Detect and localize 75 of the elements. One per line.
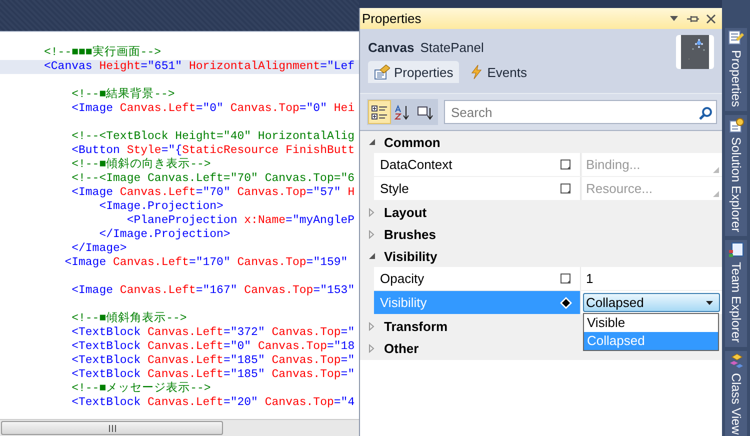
dock-tab[interactable]: Solution Explorer (725, 114, 747, 236)
code-line: <TextBlock Canvas.Left="372" Canvas.Top=" (70, 326, 355, 340)
code-line: <Image Canvas.Left="170" Canvas.Top="159" (64, 256, 348, 270)
panel-title: Properties (362, 11, 422, 26)
tab-icon (728, 352, 744, 369)
view-button[interactable] (368, 100, 391, 124)
code-line: <TextBlock Canvas.Left="185" Canvas.Top=" (70, 354, 355, 368)
close-icon[interactable] (706, 14, 716, 24)
diamond-icon[interactable] (560, 296, 572, 308)
code-line: <!--<Image Canvas.Left="70" Canvas.Top="6 (70, 172, 355, 186)
categorized-icon (371, 104, 388, 120)
value-field[interactable]: Resource... (582, 177, 722, 200)
code-line: <TextBlock Canvas.Left="20" Canvas.Top="4 (70, 396, 355, 410)
category-label[interactable]: Transform (384, 318, 448, 334)
property-name: Opacity (380, 271, 424, 286)
search-icon[interactable] (698, 106, 712, 120)
code-line: <!--■メッセージ表示--> (70, 382, 211, 396)
property-name: Style (380, 181, 409, 196)
category-label[interactable]: Layout (384, 204, 427, 220)
code-line: <Image.Projection> (98, 200, 224, 214)
filter-icon (417, 104, 434, 120)
code-line: <Image Canvas.Left="167" Canvas.Top="153" (70, 284, 355, 298)
property-value: 1 (586, 271, 594, 286)
dropdown-caret-icon (706, 300, 713, 304)
expanded-triangle-icon[interactable] (368, 252, 376, 260)
tab-icon (728, 242, 744, 258)
corner-triangle-icon (713, 191, 719, 197)
dropdown-option[interactable]: Visible (584, 314, 718, 332)
code-line: <!--<TextBlock Height="40" HorizontalAlig (70, 130, 355, 144)
code-line: </Image.Projection> (98, 228, 230, 242)
code-line: <TextBlock Canvas.Left="185" Canvas.Top=" (70, 368, 355, 382)
property-name-cell[interactable]: Opacity (374, 267, 581, 290)
code-line: <PlaneProjection x:Name="myAngleP (126, 214, 355, 228)
code-line: <!--■結果背景--> (70, 88, 175, 102)
properties-icon (374, 64, 390, 80)
category-label[interactable]: Brushes (384, 226, 436, 242)
square-icon[interactable] (560, 272, 572, 284)
square-icon[interactable] (560, 158, 572, 170)
dock-tab[interactable]: Class View (725, 350, 747, 436)
code-line: <Image Canvas.Left="0" Canvas.Top="0" Hei (70, 102, 355, 116)
code-line: <!--■傾斜角表示--> (70, 312, 187, 326)
property-name: Visibility (380, 295, 427, 310)
category-label[interactable]: Common (384, 134, 440, 150)
object-name: StatePanel (420, 40, 484, 55)
lightning-icon (469, 64, 484, 80)
expanded-triangle-icon[interactable] (368, 138, 376, 146)
search-field[interactable]: Search (444, 100, 717, 124)
code-line: <Canvas Height="651" HorizontalAlignment="Lef (44, 60, 355, 74)
panel-tab[interactable]: Properties (368, 61, 460, 83)
tab-icon (728, 116, 744, 133)
code-line: <TextBlock Canvas.Left="0" Canvas.Top="18 (70, 340, 355, 354)
value-field[interactable]: Binding... (582, 153, 722, 176)
property-name: DataContext (380, 157, 452, 172)
property-name-cell[interactable]: Style (374, 177, 581, 200)
category-label[interactable]: Visibility (384, 248, 438, 264)
dock-tab[interactable]: Team Explorer (725, 240, 747, 347)
code-line: <Image Canvas.Left="70" Canvas.Top="57" H (70, 186, 355, 200)
dock-tab[interactable]: Properties (725, 28, 747, 111)
square-icon[interactable] (560, 182, 572, 194)
tab-icon (728, 30, 744, 46)
code-line: <Button Style="{StaticResource FinishButt (70, 144, 355, 158)
code-line: <!--■傾斜の向き表示--> (70, 158, 211, 172)
horizontal-scrollbar[interactable] (0, 419, 359, 436)
corner-triangle-icon (713, 167, 719, 173)
scrollbar-thumb[interactable] (1, 421, 223, 435)
dropdown-icon[interactable] (669, 14, 679, 23)
category-label[interactable]: Other (384, 340, 419, 356)
combo-box[interactable]: Collapsed (583, 293, 720, 312)
panel-tab[interactable]: Events (463, 61, 533, 83)
code-line: <!--■■■実行画面--> (44, 46, 162, 60)
code-line: </Image> (70, 242, 127, 256)
object-type: Canvas (368, 40, 414, 55)
sort-icon (394, 104, 411, 120)
pin-icon[interactable] (686, 14, 699, 24)
property-name-cell[interactable]: DataContext (374, 153, 581, 176)
